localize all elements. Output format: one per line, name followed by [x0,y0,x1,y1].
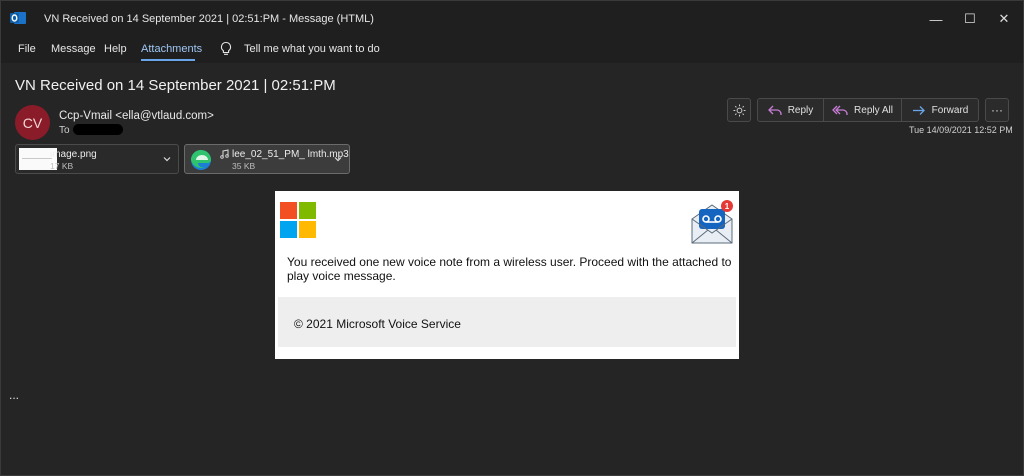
reply-label: Reply [787,104,814,116]
body-footer: © 2021 Microsoft Voice Service [278,297,736,347]
window-title: VN Received on 14 September 2021 | 02:51… [44,13,374,25]
attachment-audio[interactable]: lee_02_51_PM_ lmth.mp3 35 KB [184,144,350,174]
voicemail-envelope-icon: 1 [691,200,733,244]
message-window: VN Received on 14 September 2021 | 02:51… [0,0,1024,476]
received-date: Tue 14/09/2021 12:52 PM [909,125,1013,135]
attachment-name: lee_02_51_PM_ lmth.mp3 [232,149,349,160]
menu-message[interactable]: Message [51,43,96,55]
edge-icon [191,150,211,170]
menu-help[interactable]: Help [104,43,127,55]
chevron-down-icon[interactable] [334,155,342,163]
reply-button[interactable]: Reply [758,99,824,121]
music-note-icon [220,149,229,159]
close-button[interactable]: ✕ [989,7,1019,31]
sender-avatar: CV [15,105,50,140]
more-actions-button[interactable]: ··· [985,98,1009,122]
message-subject: VN Received on 14 September 2021 | 02:51… [15,77,336,94]
menu-attachments[interactable]: Attachments [141,43,202,55]
forward-arrow-icon [912,105,925,115]
microsoft-logo [280,202,316,238]
chevron-down-icon[interactable] [163,155,171,163]
body-text: You received one new voice note from a w… [287,255,732,283]
tell-me-search[interactable]: Tell me what you want to do [244,43,380,55]
forward-button[interactable]: Forward [902,99,978,121]
minimize-button[interactable]: — [921,7,951,31]
footer-text: © 2021 Microsoft Voice Service [294,317,461,331]
reply-all-button[interactable]: Reply All [824,99,902,121]
attachment-image[interactable]: image.png 17 KB [15,144,179,174]
lightbulb-icon [220,41,232,55]
attachment-size: 35 KB [232,161,256,171]
trailing-ellipsis: ... [9,388,20,402]
title-bar: VN Received on 14 September 2021 | 02:51… [1,1,1023,35]
reply-all-icon [832,105,848,115]
maximize-button[interactable]: ☐ [955,7,985,31]
theme-toggle-button[interactable] [727,98,751,122]
sun-icon [733,104,745,116]
message-actions: Reply Reply All Forward [757,98,979,122]
sender-name[interactable]: Ccp-Vmail <ella@vtlaud.com> [59,110,214,122]
outlook-icon [10,12,26,24]
forward-label: Forward [931,104,969,116]
attachment-size: 17 KB [50,161,74,171]
recipient-redacted [73,124,123,135]
notification-badge: 1 [725,202,730,211]
to-label: To [59,125,70,136]
menu-file[interactable]: File [18,43,36,55]
reply-all-label: Reply All [854,104,893,116]
message-body: 1 You received one new voice note from a… [275,191,739,359]
menu-bar: File Message Help Attachments [1,35,1023,63]
attachment-name: image.png [50,149,97,160]
active-tab-indicator [141,59,195,61]
reply-icon [767,105,782,115]
